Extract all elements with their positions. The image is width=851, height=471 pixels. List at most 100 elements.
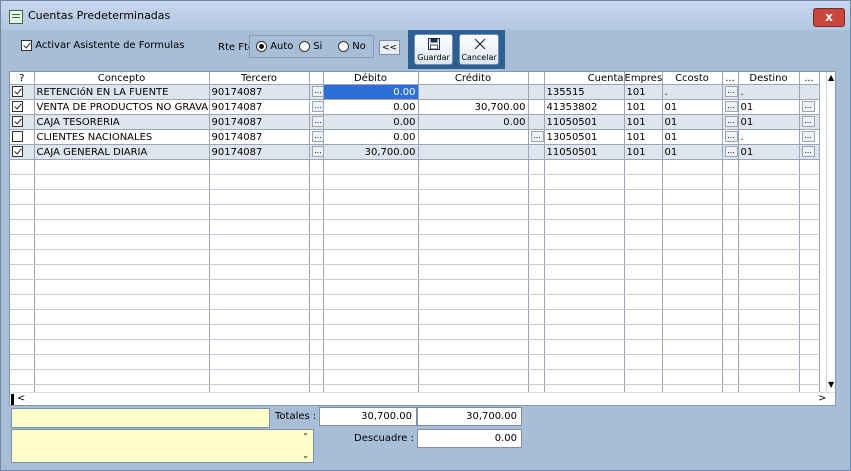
empty-cell[interactable] (209, 204, 310, 220)
empty-cell[interactable] (10, 354, 35, 370)
col-header-debito[interactable]: Débito (323, 72, 419, 85)
empty-cell[interactable] (418, 354, 529, 370)
empty-cell[interactable] (528, 369, 545, 385)
empty-cell[interactable] (799, 174, 820, 190)
rte-option-auto[interactable]: Auto (256, 41, 293, 53)
empty-cell[interactable] (722, 189, 739, 205)
cuenta-cell[interactable]: 41353802 (544, 99, 625, 115)
ellipsis-button[interactable]: ... (311, 146, 322, 158)
empty-cell[interactable] (10, 294, 35, 310)
radio-no[interactable] (338, 41, 349, 52)
ccosto-button-cell[interactable]: ... (722, 129, 739, 145)
empty-cell[interactable] (799, 309, 820, 325)
empty-cell[interactable] (738, 159, 800, 175)
radio-si[interactable] (299, 41, 310, 52)
scroll-left-icon[interactable]: < (17, 393, 25, 404)
empty-cell[interactable] (34, 234, 210, 250)
empty-cell[interactable] (418, 234, 529, 250)
ccosto-cell[interactable]: 01 (662, 99, 723, 115)
empty-cell[interactable] (662, 189, 723, 205)
ccosto-button-cell[interactable]: ... (722, 144, 739, 160)
row-checkbox[interactable] (12, 146, 23, 158)
empty-cell[interactable] (662, 309, 723, 325)
empty-cell[interactable] (418, 189, 529, 205)
empty-cell[interactable] (722, 249, 739, 265)
table-row[interactable]: CLIENTES NACIONALES 90174087... 0.00... 130… (10, 129, 820, 145)
empty-cell[interactable] (662, 369, 723, 385)
cancel-button[interactable]: Cancelar (459, 34, 499, 65)
empty-cell[interactable] (209, 279, 310, 295)
empty-cell[interactable] (624, 309, 663, 325)
empty-cell[interactable] (544, 174, 625, 190)
empresa-cell[interactable]: 101 (624, 84, 663, 100)
empty-cell[interactable] (738, 339, 800, 355)
table-row[interactable] (10, 279, 820, 295)
concept-description-field[interactable] (11, 408, 270, 428)
table-row[interactable]: CAJA GENERAL DIARIA 90174087... 30,700.00 1… (10, 144, 820, 160)
empty-cell[interactable] (209, 294, 310, 310)
empresa-cell[interactable]: 101 (624, 99, 663, 115)
empty-cell[interactable] (624, 234, 663, 250)
empty-cell[interactable] (799, 219, 820, 235)
empty-cell[interactable] (544, 189, 625, 205)
vertical-scrollbar[interactable]: ▲ ▼ (826, 72, 835, 405)
tercero-cell[interactable]: 90174087 (209, 99, 310, 115)
empty-cell[interactable] (624, 159, 663, 175)
check-cell[interactable] (10, 114, 35, 130)
empty-cell[interactable] (662, 159, 723, 175)
table-row[interactable] (10, 159, 820, 175)
empty-cell[interactable] (309, 279, 324, 295)
empty-cell[interactable] (722, 264, 739, 280)
empty-cell[interactable] (418, 294, 529, 310)
destino-button-cell[interactable] (799, 84, 820, 100)
empty-cell[interactable] (662, 294, 723, 310)
cuenta-cell[interactable]: 13050501 (544, 129, 625, 145)
empty-cell[interactable] (309, 324, 324, 340)
empty-cell[interactable] (799, 279, 820, 295)
tercero-cell[interactable]: 90174087 (209, 84, 310, 100)
credito-button-cell[interactable] (528, 84, 545, 100)
empty-cell[interactable] (738, 234, 800, 250)
empty-cell[interactable] (722, 234, 739, 250)
empty-cell[interactable] (10, 264, 35, 280)
empty-cell[interactable] (34, 339, 210, 355)
empty-cell[interactable] (624, 324, 663, 340)
ccosto-button-cell[interactable]: ... (722, 99, 739, 115)
empty-cell[interactable] (738, 309, 800, 325)
empty-cell[interactable] (10, 159, 35, 175)
empty-cell[interactable] (738, 354, 800, 370)
destino-cell[interactable]: . (738, 84, 800, 100)
empty-cell[interactable] (528, 249, 545, 265)
tercero-cell[interactable]: 90174087 (209, 129, 310, 145)
col-header-check[interactable]: ? (10, 72, 35, 85)
check-cell[interactable] (10, 129, 35, 145)
cuenta-cell[interactable]: 11050501 (544, 144, 625, 160)
empty-cell[interactable] (722, 369, 739, 385)
empty-cell[interactable] (662, 249, 723, 265)
ccosto-cell[interactable]: 01 (662, 129, 723, 145)
empty-cell[interactable] (418, 369, 529, 385)
empty-cell[interactable] (528, 264, 545, 280)
scroll-up-icon[interactable]: ▲ (828, 73, 834, 82)
empty-cell[interactable] (544, 294, 625, 310)
empty-cell[interactable] (662, 279, 723, 295)
empty-cell[interactable] (528, 309, 545, 325)
empty-cell[interactable] (34, 354, 210, 370)
empty-cell[interactable] (418, 264, 529, 280)
empty-cell[interactable] (738, 249, 800, 265)
empty-cell[interactable] (738, 294, 800, 310)
empty-cell[interactable] (34, 369, 210, 385)
empty-cell[interactable] (544, 264, 625, 280)
empty-cell[interactable] (34, 324, 210, 340)
destino-cell[interactable]: 01 (738, 99, 800, 115)
debito-cell[interactable]: 30,700.00 (323, 144, 419, 160)
empty-cell[interactable] (323, 294, 419, 310)
empty-cell[interactable] (544, 204, 625, 220)
tercero-button-cell[interactable]: ... (309, 99, 324, 115)
empty-cell[interactable] (722, 159, 739, 175)
empty-cell[interactable] (418, 204, 529, 220)
empty-cell[interactable] (544, 354, 625, 370)
ellipsis-button[interactable]: ... (530, 131, 543, 143)
col-header-cuenta[interactable]: Cuenta (544, 72, 625, 85)
credito-cell[interactable] (418, 144, 529, 160)
